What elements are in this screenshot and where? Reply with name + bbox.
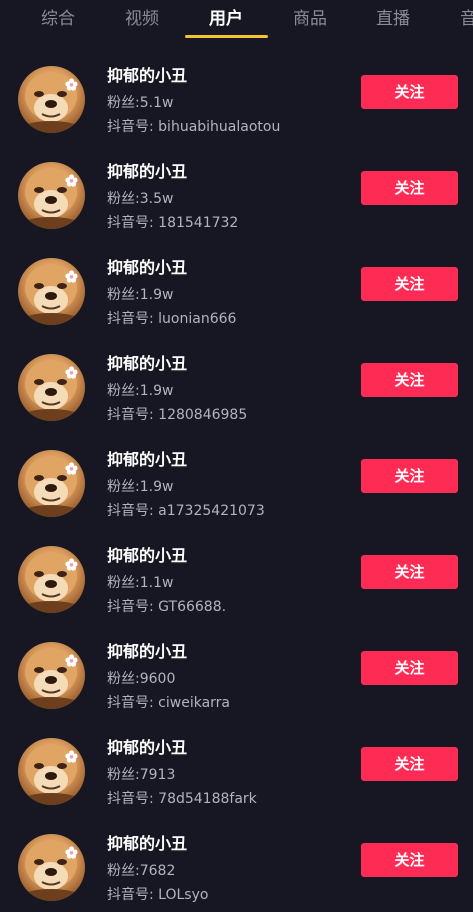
user-row[interactable]: 抑郁的小丑 粉丝:5.1w 抖音号: bihuabihualaotou 关注 [0,48,473,144]
follow-button[interactable]: 关注 [361,267,458,301]
dog-avatar-icon [21,744,81,805]
avatar[interactable] [18,546,85,613]
user-name[interactable]: 抑郁的小丑 [107,542,187,566]
dog-avatar-icon [21,72,81,133]
user-name[interactable]: 抑郁的小丑 [107,350,187,374]
flower-icon [65,270,78,283]
tab-comprehensive[interactable]: 综合 [41,4,75,29]
douyin-id: 抖音号: 78d54188fark [107,791,257,807]
avatar[interactable] [18,834,85,901]
douyin-id: 抖音号: a17325421073 [107,503,265,519]
avatar[interactable] [18,450,85,517]
dog-avatar-icon [21,168,81,229]
user-name[interactable]: 抑郁的小丑 [107,638,187,662]
fan-count: 粉丝:7682 [107,863,176,879]
tab-live[interactable]: 直播 [376,4,410,29]
follow-button[interactable]: 关注 [361,459,458,493]
user-name[interactable]: 抑郁的小丑 [107,62,187,86]
user-row[interactable]: 抑郁的小丑 粉丝:7682 抖音号: LOLsyo 关注 [0,816,473,912]
fan-count: 粉丝:9600 [107,671,176,687]
follow-button[interactable]: 关注 [361,843,458,877]
douyin-id: 抖音号: GT66688. [107,599,227,615]
flower-icon [65,174,78,187]
flower-icon [65,558,78,571]
douyin-id: 抖音号: luonian666 [107,311,237,327]
dog-avatar-icon [21,648,81,709]
follow-button[interactable]: 关注 [361,171,458,205]
fan-count: 粉丝:5.1w [107,95,174,111]
user-name[interactable]: 抑郁的小丑 [107,158,187,182]
user-name[interactable]: 抑郁的小丑 [107,734,187,758]
user-row[interactable]: 抑郁的小丑 粉丝:7913 抖音号: 78d54188fark 关注 [0,720,473,816]
user-row[interactable]: 抑郁的小丑 粉丝:1.9w 抖音号: luonian666 关注 [0,240,473,336]
follow-button[interactable]: 关注 [361,555,458,589]
douyin-id: 抖音号: ciweikarra [107,695,230,711]
avatar[interactable] [18,162,85,229]
user-row[interactable]: 抑郁的小丑 粉丝:9600 抖音号: ciweikarra 关注 [0,624,473,720]
dog-avatar-icon [21,552,81,613]
follow-button[interactable]: 关注 [361,363,458,397]
search-tab-bar: 综合 视频 用户 商品 直播 音 [0,0,473,40]
tab-videos[interactable]: 视频 [125,4,159,29]
avatar[interactable] [18,354,85,421]
douyin-id: 抖音号: bihuabihualaotou [107,119,281,135]
dog-avatar-icon [21,456,81,517]
fan-count: 粉丝:7913 [107,767,176,783]
flower-icon [65,78,78,91]
douyin-id: 抖音号: LOLsyo [107,887,209,903]
user-row[interactable]: 抑郁的小丑 粉丝:1.1w 抖音号: GT66688. 关注 [0,528,473,624]
fan-count: 粉丝:1.9w [107,479,174,495]
active-tab-indicator [185,35,268,38]
fan-count: 粉丝:1.9w [107,383,174,399]
follow-button[interactable]: 关注 [361,747,458,781]
tab-products[interactable]: 商品 [293,4,327,29]
flower-icon [65,846,78,859]
dog-avatar-icon [21,264,81,325]
follow-button[interactable]: 关注 [361,651,458,685]
flower-icon [65,654,78,667]
dog-avatar-icon [21,360,81,421]
fan-count: 粉丝:1.1w [107,575,174,591]
user-row[interactable]: 抑郁的小丑 粉丝:3.5w 抖音号: 181541732 关注 [0,144,473,240]
douyin-id: 抖音号: 181541732 [107,215,239,231]
avatar[interactable] [18,66,85,133]
avatar[interactable] [18,642,85,709]
follow-button[interactable]: 关注 [361,75,458,109]
user-name[interactable]: 抑郁的小丑 [107,830,187,854]
flower-icon [65,366,78,379]
user-row[interactable]: 抑郁的小丑 粉丝:1.9w 抖音号: a17325421073 关注 [0,432,473,528]
douyin-id: 抖音号: 1280846985 [107,407,248,423]
fan-count: 粉丝:1.9w [107,287,174,303]
user-name[interactable]: 抑郁的小丑 [107,254,187,278]
tab-users[interactable]: 用户 [209,4,243,29]
flower-icon [65,462,78,475]
user-results-list: 抑郁的小丑 粉丝:5.1w 抖音号: bihuabihualaotou 关注 抑… [0,48,473,912]
user-name[interactable]: 抑郁的小丑 [107,446,187,470]
avatar[interactable] [18,258,85,325]
tab-music[interactable]: 音 [460,4,473,29]
flower-icon [65,750,78,763]
fan-count: 粉丝:3.5w [107,191,174,207]
avatar[interactable] [18,738,85,805]
user-row[interactable]: 抑郁的小丑 粉丝:1.9w 抖音号: 1280846985 关注 [0,336,473,432]
dog-avatar-icon [21,840,81,901]
